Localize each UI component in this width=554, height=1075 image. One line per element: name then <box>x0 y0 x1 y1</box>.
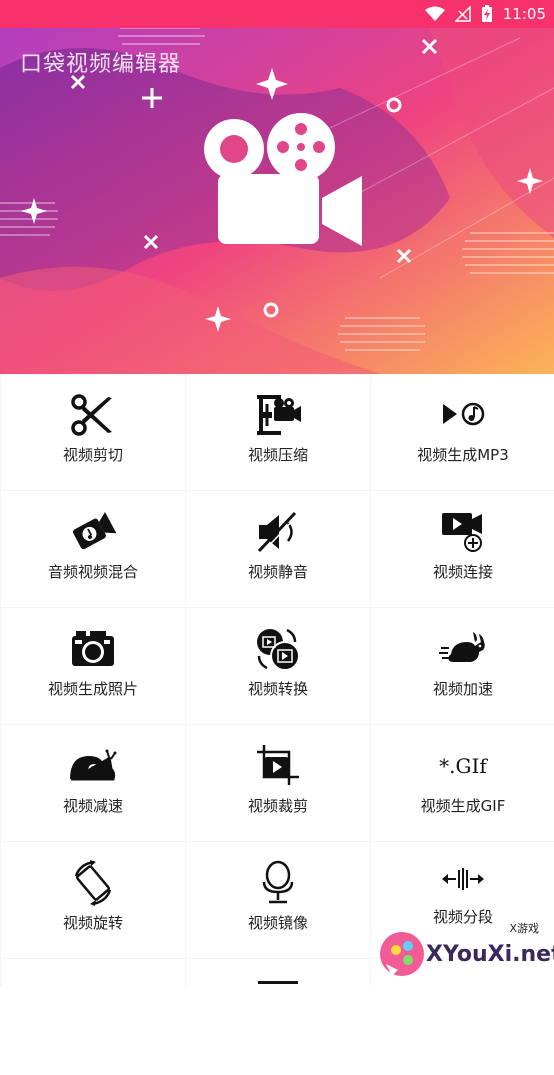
camera-icon <box>72 631 114 666</box>
tool-video-to-gif[interactable]: *.GIf 视频生成GIF <box>371 725 554 841</box>
status-bar: 11:05 <box>0 0 554 28</box>
tool-label: 视频生成照片 <box>47 680 138 698</box>
status-time: 11:05 <box>502 5 546 23</box>
tool-label: 视频旋转 <box>62 914 123 932</box>
battery-charging-icon <box>481 5 492 22</box>
tool-video-compress[interactable]: 视频压缩 <box>186 374 370 490</box>
tool-label: 视频剪切 <box>62 446 123 464</box>
tool-video-crop[interactable]: 视频裁剪 <box>186 725 370 841</box>
split-icon <box>442 868 484 890</box>
tool-label: 视频生成MP3 <box>417 446 509 464</box>
tool-grid: 视频剪切 视频压缩 视频生成MP3 音频视频混合 视频静音 视频连接 视频生成照… <box>0 374 554 1075</box>
crop-icon <box>257 745 299 785</box>
tool-video-cut[interactable]: 视频剪切 <box>1 374 185 490</box>
wifi-icon <box>424 6 445 21</box>
play-music-icon <box>443 402 485 426</box>
tool-label: 视频减速 <box>62 797 123 815</box>
gif-icon: *.GIf <box>439 754 487 778</box>
tool-label: 视频连接 <box>432 563 493 581</box>
status-icons: 11:05 <box>424 4 546 24</box>
signal-off-icon <box>454 6 471 22</box>
tool-label: 视频镜像 <box>247 914 308 932</box>
scissors-icon <box>71 394 112 436</box>
video-add-icon <box>442 513 482 552</box>
tool-video-convert[interactable]: 视频转换 <box>186 608 370 724</box>
rotate-icon <box>74 860 112 906</box>
rabbit-icon <box>439 632 485 662</box>
clamp-camera-icon <box>257 395 301 435</box>
snail-icon <box>70 749 117 781</box>
tool-label: 视频加速 <box>432 680 493 698</box>
tool-label: 视频静音 <box>247 563 308 581</box>
mirror-icon <box>262 860 294 904</box>
tool-label: 视频生成GIF <box>420 797 506 815</box>
banner-background <box>0 28 554 374</box>
tool-video-mute[interactable]: 视频静音 <box>186 491 370 607</box>
tool-audio-video-mix[interactable]: 音频视频混合 <box>1 491 185 607</box>
tool-label: 音频视频混合 <box>47 563 138 581</box>
convert-icon <box>257 628 300 671</box>
tool-video-to-photo[interactable]: 视频生成照片 <box>1 608 185 724</box>
watermark-tag: X游戏 <box>506 920 542 936</box>
app-title: 口袋视频编辑器 <box>20 52 182 77</box>
mute-icon <box>257 511 298 554</box>
tool-partial[interactable] <box>186 959 370 1075</box>
tool-video-slow-down[interactable]: 视频减速 <box>1 725 185 841</box>
tool-video-to-mp3[interactable]: 视频生成MP3 <box>371 374 554 490</box>
tool-partial[interactable] <box>1 959 185 1075</box>
watermark: X游戏 XYouXi.net <box>376 920 554 986</box>
audio-video-mix-icon <box>73 512 116 550</box>
tool-label: 视频转换 <box>247 680 308 698</box>
tool-label: 视频裁剪 <box>247 797 308 815</box>
watermark-site: XYouXi.net <box>426 942 554 967</box>
tool-video-join[interactable]: 视频连接 <box>371 491 554 607</box>
tool-video-rotate[interactable]: 视频旋转 <box>1 842 185 958</box>
tool-video-mirror[interactable]: 视频镜像 <box>186 842 370 958</box>
tool-label: 视频压缩 <box>247 446 308 464</box>
tool-video-speed-up[interactable]: 视频加速 <box>371 608 554 724</box>
header-banner: 口袋视频编辑器 <box>0 28 554 374</box>
